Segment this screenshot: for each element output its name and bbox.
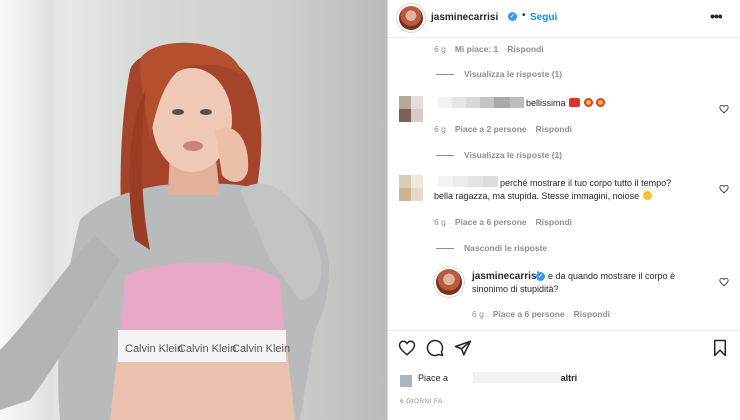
heart-eyes-emoji-icon [583,98,593,107]
reply-button[interactable]: Rispondi [536,124,572,134]
replies-line [436,248,454,250]
commenter-username-pixelated[interactable] [438,176,498,187]
reply-author-username[interactable]: jasminecarrisi [472,271,539,282]
smile-emoji-icon [642,191,652,200]
view-replies-label: Visualizza le risposte (1) [464,69,563,79]
comment-time: 6 g [472,309,484,319]
follow-button[interactable]: Segui [530,12,557,23]
comment-meta: 6 g Piace a 6 persone Rispondi [472,309,619,319]
author-avatar[interactable] [399,6,423,30]
view-replies-button[interactable]: Visualizza le risposte (1) [436,150,562,160]
separator-dot: • [522,10,526,21]
comment-meta: 6 g Piace a 6 persone Rispondi [434,217,581,227]
post-header: jasminecarrisi ✓ • Segui ••• [388,0,740,38]
comment-meta: 6 g Piace a 2 persone Rispondi [434,124,581,134]
liker-name-blur [473,372,561,383]
heart-eyes-emoji-icon [596,98,606,107]
comment-body: bellissima [526,98,566,108]
svg-text:Calvin Klein: Calvin Klein [178,343,236,355]
post-photo[interactable]: Calvin Klein Calvin Klein Calvin Klein [0,0,387,420]
like-heart-icon[interactable] [398,339,416,357]
comment-likes[interactable]: Piace a 2 persone [455,124,527,134]
commenter-username-pixelated[interactable] [438,97,524,108]
hide-replies-button[interactable]: Nascondi le risposte [436,243,547,253]
post-actions: Piace a e altri 6 GIORNI FA [388,330,740,420]
view-replies-button[interactable]: Visualizza le risposte (1) [436,69,562,79]
replies-line [436,74,454,76]
reply-author-avatar[interactable] [436,269,462,295]
share-paper-plane-icon[interactable] [454,339,472,357]
comment-likes[interactable]: Mi piace: 1 [455,44,498,54]
comment-time: 6 g [434,44,446,54]
like-comment-heart-icon[interactable] [719,277,729,287]
comment-time: 6 g [434,124,446,134]
commenter-avatar-pixelated[interactable] [399,175,423,201]
post-timestamp: 6 GIORNI FA [400,398,443,405]
bra-brand-text: Calvin Klein [125,343,183,355]
comment-text: bellissima [526,97,606,110]
comment-likes[interactable]: Piace a 6 persone [455,217,527,227]
like-comment-heart-icon[interactable] [719,104,729,114]
save-bookmark-icon[interactable] [711,339,729,357]
verified-badge-icon: ✓ [536,272,545,281]
hide-replies-label: Nascondi le risposte [464,243,548,253]
comment-body: bella ragazza, ma stupida. Stesse immagi… [434,191,640,201]
reply-text-line2: sinonimo di stupidità? [472,284,559,294]
reply-button[interactable]: Rispondi [574,309,610,319]
verified-badge-icon: ✓ [508,12,517,21]
post-side-panel: jasminecarrisi ✓ • Segui ••• 6 g Mi piace… [387,0,740,420]
comment-meta: 6 g Mi piace: 1 Rispondi [434,44,553,54]
replies-line [436,155,454,157]
comment-time: 6 g [434,217,446,227]
comment-likes[interactable]: Piace a 6 persone [493,309,565,319]
reply-button[interactable]: Rispondi [507,44,543,54]
comment-text-line2: bella ragazza, ma stupida. Stesse immagi… [434,190,652,203]
photo-illustration: Calvin Klein Calvin Klein Calvin Klein [0,42,330,420]
lips-emoji-icon [569,98,581,107]
more-horizontal-icon[interactable]: ••• [710,8,723,24]
commenter-avatar-pixelated[interactable] [399,96,423,122]
like-comment-heart-icon[interactable] [719,184,729,194]
reply-text-line1: e da quando mostrare il corpo è [548,271,676,281]
view-replies-label: Visualizza le risposte (1) [464,150,563,160]
likes-prefix: Piace a [418,373,449,383]
reply-button[interactable]: Rispondi [536,217,572,227]
comment-bubble-icon[interactable] [426,339,444,357]
svg-text:Calvin Klein: Calvin Klein [232,343,290,355]
author-username[interactable]: jasminecarrisi [431,12,498,23]
comment-text-line1: perché mostrare il tuo corpo tutto il te… [500,178,672,188]
